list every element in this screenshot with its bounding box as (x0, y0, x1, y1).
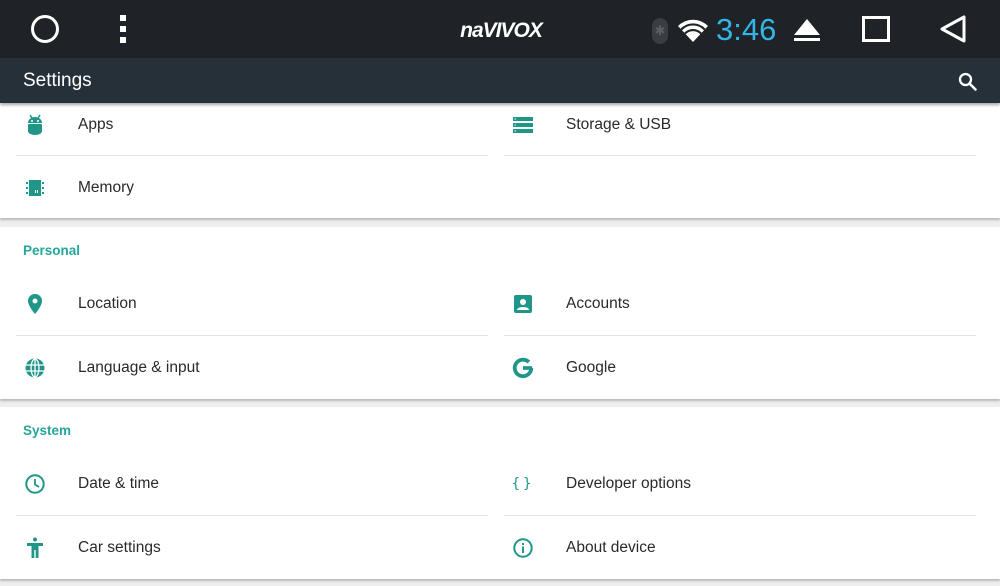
setting-about-device[interactable]: About device (504, 516, 976, 579)
eject-icon[interactable] (792, 17, 822, 43)
braces-icon: {} (511, 475, 535, 492)
home-circle-icon[interactable] (31, 15, 59, 43)
bluetooth-icon: ✱ (652, 18, 668, 44)
section-device: Apps Storage & USB Memory (0, 103, 1000, 218)
setting-label: Accounts (566, 294, 630, 312)
back-icon[interactable] (938, 14, 968, 44)
setting-label: Memory (78, 178, 134, 196)
setting-label: Apps (78, 115, 114, 133)
search-button[interactable] (957, 71, 979, 93)
setting-date-time[interactable]: Date & time (16, 452, 488, 515)
recents-icon[interactable] (862, 16, 890, 42)
overflow-menu-icon[interactable] (118, 15, 128, 43)
accessibility-icon (24, 537, 46, 559)
setting-label: Storage & USB (566, 115, 672, 133)
app-bar: Settings (0, 58, 1000, 103)
setting-developer-options[interactable]: {} Developer options (504, 452, 976, 515)
storage-icon (512, 114, 534, 136)
status-clock: 3:46 (716, 12, 777, 47)
status-bar: naVIVOX ✱ 3:46 (0, 0, 1000, 58)
brand-logo: naVIVOX (460, 19, 543, 42)
setting-google[interactable]: Google (504, 336, 976, 399)
section-personal: Personal Location Accounts Language & in… (0, 227, 1000, 399)
section-header: System (23, 423, 72, 438)
setting-label: Language & input (78, 358, 200, 376)
setting-location[interactable]: Location (16, 272, 488, 335)
location-pin-icon (24, 293, 46, 315)
search-icon (958, 72, 977, 91)
setting-label: Developer options (566, 474, 691, 492)
setting-car-settings[interactable]: Car settings (16, 516, 488, 579)
setting-label: Car settings (78, 538, 161, 556)
setting-label: About device (566, 538, 656, 556)
section-header: Personal (23, 243, 81, 258)
memory-icon (24, 177, 46, 199)
google-g-icon (512, 357, 534, 379)
android-icon (24, 114, 46, 136)
setting-language-input[interactable]: Language & input (16, 336, 488, 399)
page-title: Settings (23, 70, 92, 91)
setting-memory[interactable]: Memory (16, 156, 488, 219)
setting-label: Date & time (78, 474, 159, 492)
setting-label: Google (566, 358, 616, 376)
setting-accounts[interactable]: Accounts (504, 272, 976, 335)
globe-icon (24, 357, 46, 379)
info-icon (512, 537, 534, 559)
clock-icon (24, 473, 46, 495)
account-box-icon (512, 293, 534, 315)
divider (504, 155, 976, 156)
setting-label: Location (78, 294, 137, 312)
wifi-icon (677, 18, 709, 44)
section-system: System Date & time {} Developer options … (0, 407, 1000, 579)
